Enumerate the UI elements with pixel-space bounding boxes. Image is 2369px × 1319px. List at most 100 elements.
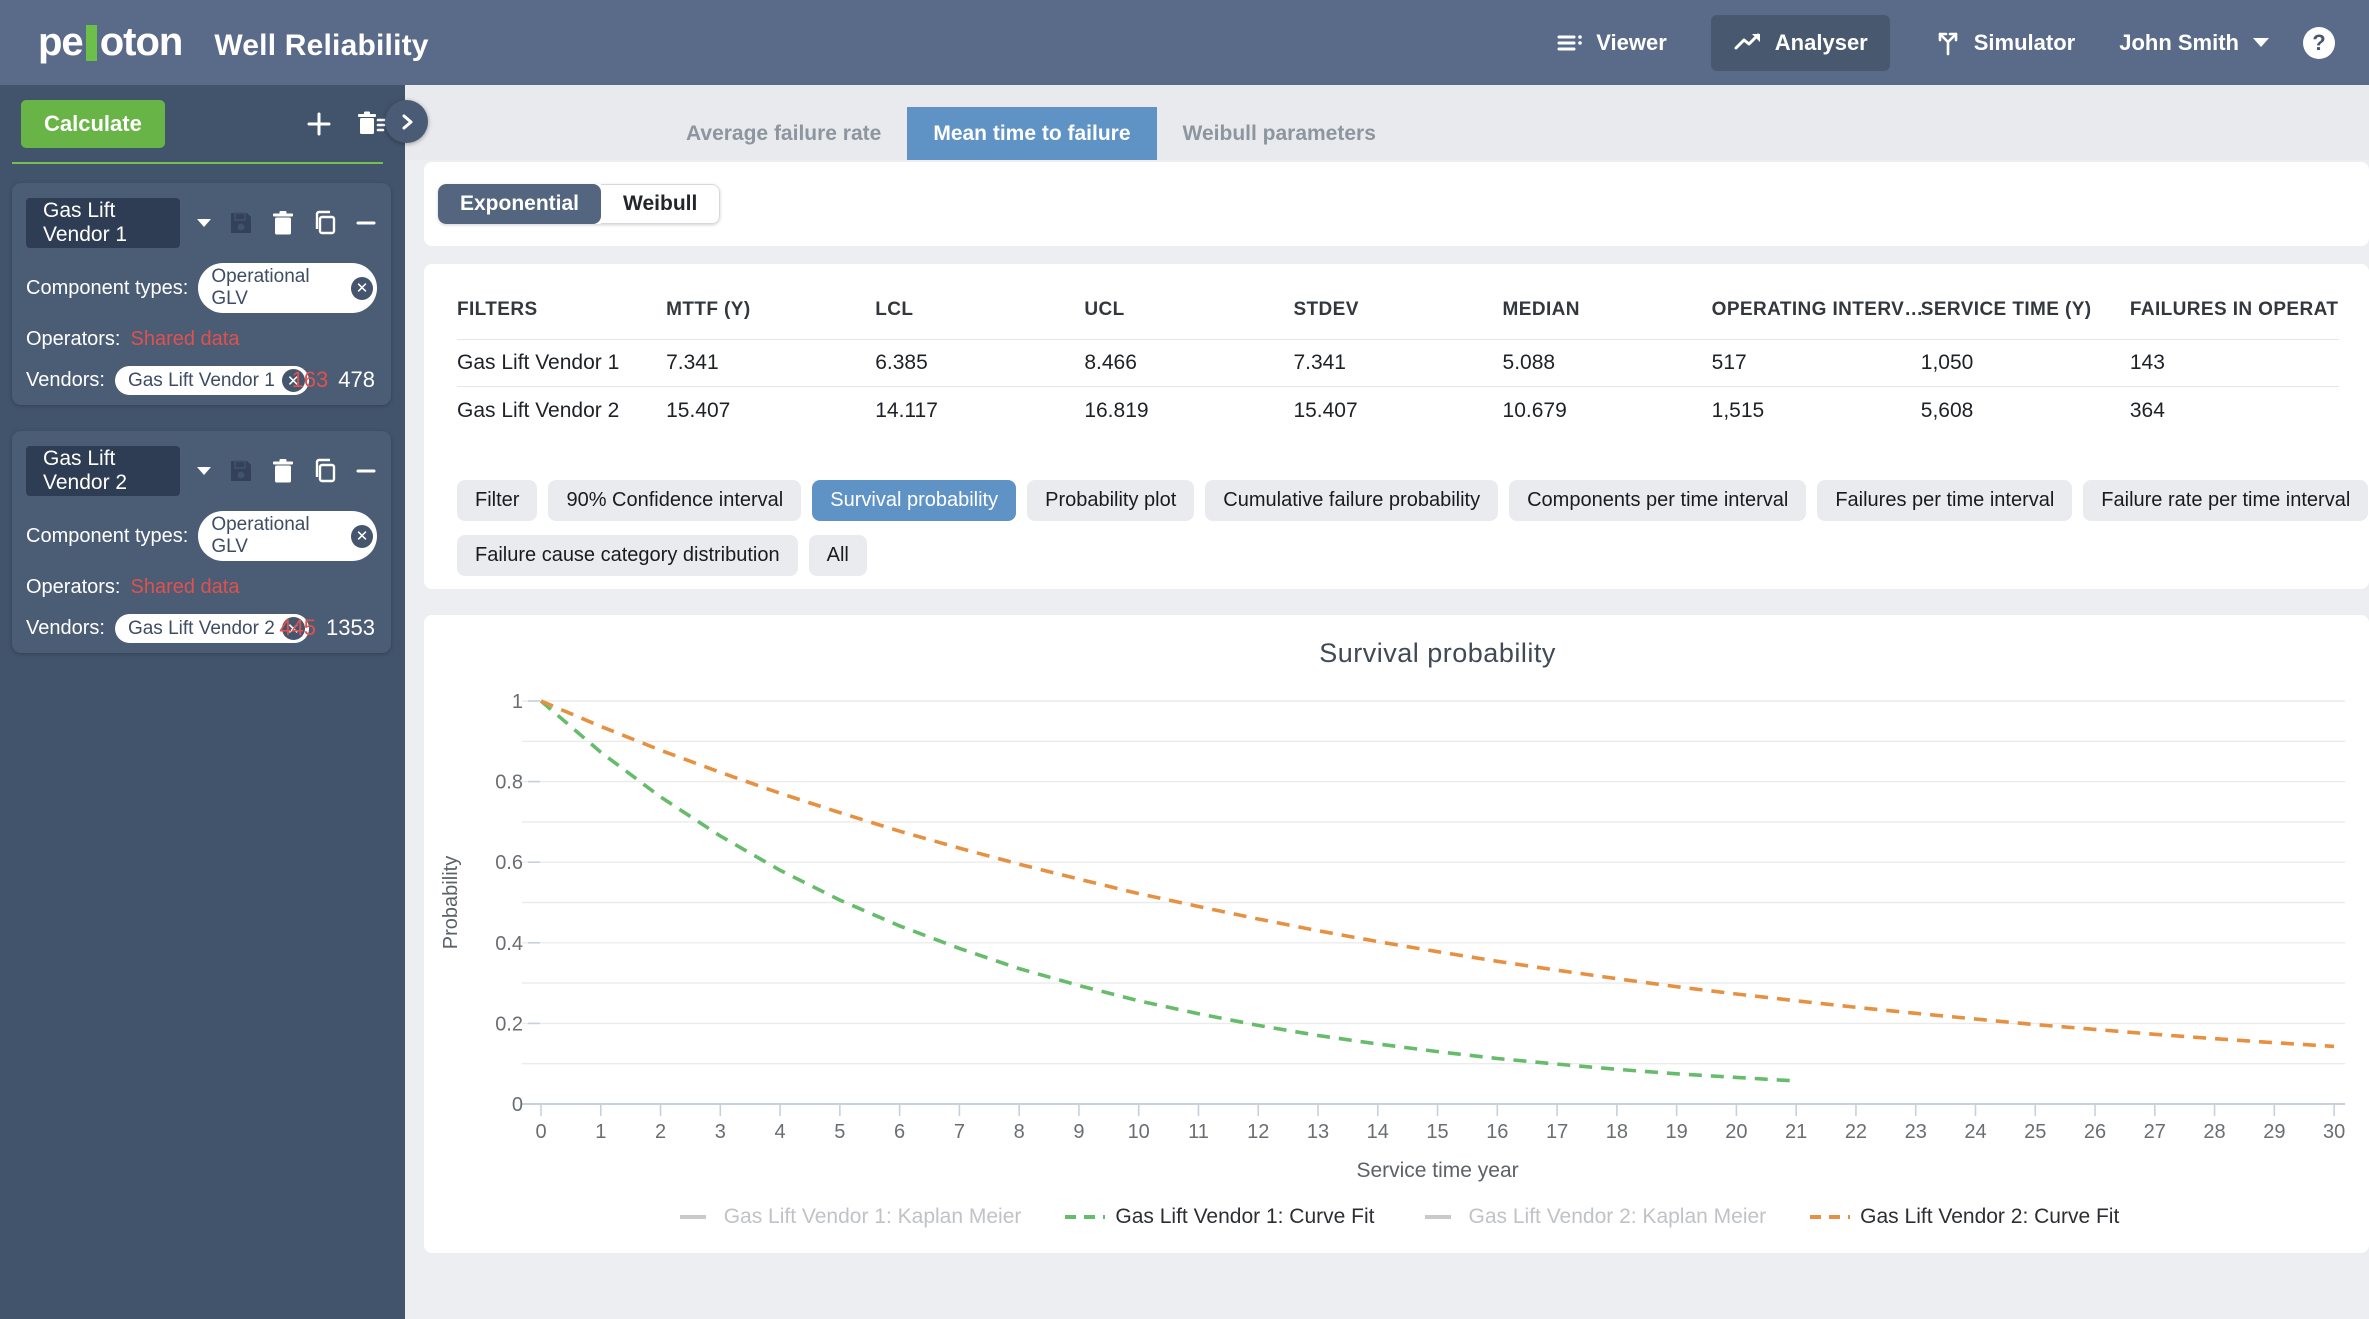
sidebar-toolbar: Calculate xyxy=(0,85,405,148)
toggle-weibull[interactable]: Weibull xyxy=(601,184,721,224)
peloton-logo: pe oton xyxy=(38,20,183,65)
button-failure-cause-category-distribution[interactable]: Failure cause category distribution xyxy=(457,535,798,576)
trash-icon[interactable] xyxy=(271,210,295,236)
svg-text:Service time year: Service time year xyxy=(1356,1159,1518,1182)
svg-text:23: 23 xyxy=(1905,1121,1927,1143)
button-probability-plot[interactable]: Probability plot xyxy=(1027,480,1195,521)
component-type-chip: Operational GLV ✕ xyxy=(198,511,377,561)
nav-label-simulator: Simulator xyxy=(1973,29,2076,55)
button-confidence-interval[interactable]: 90% Confidence interval xyxy=(548,480,802,521)
column-header[interactable]: STDEV xyxy=(1293,299,1502,339)
user-menu[interactable]: John Smith xyxy=(2119,30,2269,56)
chevron-down-icon[interactable] xyxy=(197,467,211,475)
help-button[interactable]: ? xyxy=(2303,26,2335,59)
svg-text:6: 6 xyxy=(894,1121,905,1143)
top-nav: Viewer Analyser Simulator John Smith ? xyxy=(1546,14,2335,71)
svg-text:0.8: 0.8 xyxy=(495,772,523,794)
operators-label: Operators: xyxy=(26,328,121,350)
app-title: Well Reliability xyxy=(214,29,429,62)
record-counts: 163 478 xyxy=(292,367,375,393)
column-header[interactable]: UCL xyxy=(1084,299,1293,339)
failure-count: 445 xyxy=(279,615,317,640)
svg-text:21: 21 xyxy=(1785,1121,1807,1143)
save-icon[interactable] xyxy=(228,210,254,236)
button-all[interactable]: All xyxy=(808,535,867,576)
copy-icon[interactable] xyxy=(312,210,338,236)
collapse-card-icon[interactable] xyxy=(355,210,377,236)
legend-item[interactable]: Gas Lift Vendor 2: Curve Fit xyxy=(1810,1205,2119,1229)
svg-text:7: 7 xyxy=(954,1121,965,1143)
svg-text:3: 3 xyxy=(715,1121,726,1143)
button-cumulative-failure-probability[interactable]: Cumulative failure probability xyxy=(1205,480,1499,521)
svg-text:18: 18 xyxy=(1606,1121,1628,1143)
legend-item[interactable]: Gas Lift Vendor 1: Curve Fit xyxy=(1065,1205,1375,1229)
filter-card-vendor-2: Gas Lift Vendor 2 Component types: Opera… xyxy=(12,431,391,653)
column-header[interactable]: LCL xyxy=(875,299,1084,339)
user-name: John Smith xyxy=(2119,29,2239,55)
column-header[interactable]: SERVICE TIME (Y) xyxy=(1921,299,2130,339)
survival-probability-chart-panel: 0 0.2 0.4 0.6 0.8 1 0 1 2 3 4 5 6 7 8 9 10 11 12 13 14 15 16 17… xyxy=(424,615,2369,1253)
tab-weibull-parameters[interactable]: Weibull parameters xyxy=(1157,107,1402,160)
svg-text:24: 24 xyxy=(1964,1121,1986,1143)
column-header[interactable]: OPERATING INTERV… xyxy=(1712,299,1921,339)
filter-title-select[interactable]: Gas Lift Vendor 1 xyxy=(26,198,180,248)
svg-text:0: 0 xyxy=(512,1094,523,1116)
nav-item-simulator[interactable]: Simulator xyxy=(1924,15,2085,71)
column-header[interactable]: FAILURES IN OPERATI… xyxy=(2130,299,2339,339)
svg-text:17: 17 xyxy=(1546,1121,1568,1143)
svg-text:10: 10 xyxy=(1128,1121,1150,1143)
copy-icon[interactable] xyxy=(312,458,338,484)
filter-title-select[interactable]: Gas Lift Vendor 2 xyxy=(26,446,180,496)
column-header[interactable]: MEDIAN xyxy=(1503,299,1712,339)
trash-icon[interactable] xyxy=(271,458,295,484)
add-filter-icon[interactable] xyxy=(305,110,333,138)
svg-text:4: 4 xyxy=(775,1121,786,1143)
button-components-per-time-interval[interactable]: Components per time interval xyxy=(1509,480,1807,521)
logo-accent-bar xyxy=(85,24,97,61)
svg-text:9: 9 xyxy=(1073,1121,1084,1143)
chevron-down-icon[interactable] xyxy=(197,219,211,227)
vendor-chip: Gas Lift Vendor 1 ✕ xyxy=(114,366,309,395)
plot-selector-buttons: Filter 90% Confidence interval Survival … xyxy=(457,480,2369,576)
list-icon xyxy=(1556,29,1584,57)
legend-line-icon xyxy=(1424,1215,1451,1219)
save-icon[interactable] xyxy=(228,458,254,484)
svg-text:0: 0 xyxy=(535,1121,546,1143)
column-header[interactable]: MTTF (Y) xyxy=(666,299,875,339)
button-failure-rate-per-time-interval[interactable]: Failure rate per time interval xyxy=(2083,480,2369,521)
nav-item-analyser[interactable]: Analyser xyxy=(1710,14,1890,71)
legend-line-icon xyxy=(1065,1215,1106,1219)
remove-chip-icon[interactable]: ✕ xyxy=(351,276,373,300)
svg-text:16: 16 xyxy=(1486,1121,1508,1143)
button-survival-probability[interactable]: Survival probability xyxy=(812,480,1017,521)
operators-value: Shared data xyxy=(130,328,240,350)
delete-all-icon[interactable] xyxy=(355,110,387,138)
button-filter[interactable]: Filter xyxy=(457,480,538,521)
svg-text:Survival probability: Survival probability xyxy=(1319,638,1556,668)
distribution-toggle: Exponential Weibull xyxy=(438,184,721,224)
nav-item-viewer[interactable]: Viewer xyxy=(1546,15,1677,71)
record-counts: 445 1353 xyxy=(279,615,375,641)
legend-label: Gas Lift Vendor 2: Kaplan Meier xyxy=(1468,1205,1767,1228)
button-failures-per-time-interval[interactable]: Failures per time interval xyxy=(1817,480,2073,521)
column-header[interactable]: FILTERS xyxy=(457,299,666,339)
toggle-exponential[interactable]: Exponential xyxy=(438,184,602,224)
tab-mean-time-to-failure[interactable]: Mean time to failure xyxy=(907,107,1157,160)
split-arrows-icon xyxy=(1934,29,1962,57)
svg-text:1: 1 xyxy=(512,691,523,713)
svg-text:19: 19 xyxy=(1666,1121,1688,1143)
svg-text:5: 5 xyxy=(834,1121,845,1143)
collapse-card-icon[interactable] xyxy=(355,458,377,484)
logo-text-pre: pe xyxy=(38,20,84,64)
tab-average-failure-rate[interactable]: Average failure rate xyxy=(660,107,907,160)
component-type-chip: Operational GLV ✕ xyxy=(198,263,377,313)
remove-chip-icon[interactable]: ✕ xyxy=(351,524,373,548)
legend-item[interactable]: Gas Lift Vendor 2: Kaplan Meier xyxy=(1419,1205,1767,1229)
calculate-button[interactable]: Calculate xyxy=(21,100,165,148)
vendors-label: Vendors: xyxy=(26,617,105,639)
failure-count: 163 xyxy=(291,367,329,392)
legend-line-icon xyxy=(1810,1215,1851,1219)
sidebar-collapse-button[interactable] xyxy=(385,100,428,143)
legend-item[interactable]: Gas Lift Vendor 1: Kaplan Meier xyxy=(674,1205,1021,1229)
svg-text:2: 2 xyxy=(655,1121,666,1143)
